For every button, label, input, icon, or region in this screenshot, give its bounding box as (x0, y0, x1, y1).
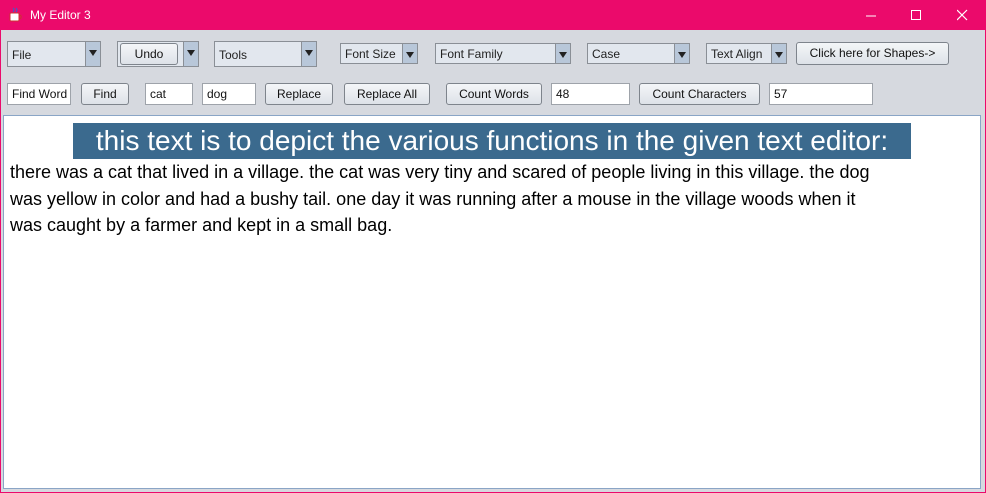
font-size-select[interactable]: Font Size (340, 43, 418, 64)
tools-menu-label: Tools (219, 48, 248, 62)
title-bar: My Editor 3 (0, 0, 986, 30)
font-family-select[interactable]: Font Family (435, 43, 571, 64)
chevron-down-icon (555, 44, 570, 63)
case-label: Case (592, 47, 621, 61)
chevron-down-icon (85, 42, 100, 66)
tools-menu[interactable]: Tools (214, 41, 317, 67)
find-word-field[interactable]: Find Word (7, 83, 71, 105)
maximize-button[interactable] (894, 0, 940, 30)
undo-button[interactable]: Undo (120, 43, 178, 65)
case-select[interactable]: Case (587, 43, 690, 64)
body-text-line-3[interactable]: was caught by a farmer and kept in a sma… (10, 214, 392, 236)
minimize-icon (866, 15, 876, 17)
close-icon (957, 9, 968, 21)
window-title: My Editor 3 (30, 8, 91, 22)
replace-button[interactable]: Replace (265, 83, 333, 105)
count-words-button[interactable]: Count Words (446, 83, 542, 105)
maximize-icon (911, 10, 921, 20)
chevron-down-icon (183, 42, 198, 66)
body-text-line-2[interactable]: was yellow in color and had a bushy tail… (10, 188, 855, 210)
chevron-down-icon (674, 44, 689, 63)
find-button[interactable]: Find (81, 83, 129, 105)
selected-heading-text[interactable]: this text is to depict the various funct… (73, 123, 911, 159)
undo-dropdown[interactable] (182, 42, 198, 66)
close-button[interactable] (940, 0, 986, 30)
text-align-select[interactable]: Text Align (706, 43, 787, 64)
word-count-field: 48 (551, 83, 630, 105)
file-menu[interactable]: File (7, 41, 101, 67)
character-count-field: 57 (769, 83, 873, 105)
font-size-label: Font Size (345, 47, 396, 61)
text-align-label: Text Align (711, 47, 763, 61)
minimize-button[interactable] (849, 0, 895, 30)
java-cup-icon (9, 7, 22, 22)
shapes-button[interactable]: Click here for Shapes-> (796, 42, 949, 65)
undo-combo[interactable]: Undo (117, 41, 199, 67)
file-menu-label: File (12, 48, 32, 62)
chevron-down-icon (301, 42, 316, 66)
body-text-line-1[interactable]: there was a cat that lived in a village.… (10, 161, 869, 183)
replace-all-button[interactable]: Replace All (344, 83, 430, 105)
chevron-down-icon (771, 44, 786, 63)
font-family-label: Font Family (440, 47, 503, 61)
count-characters-button[interactable]: Count Characters (639, 83, 760, 105)
replace-term-input[interactable]: dog (202, 83, 256, 105)
search-term-input[interactable]: cat (145, 83, 193, 105)
chevron-down-icon (402, 44, 417, 63)
